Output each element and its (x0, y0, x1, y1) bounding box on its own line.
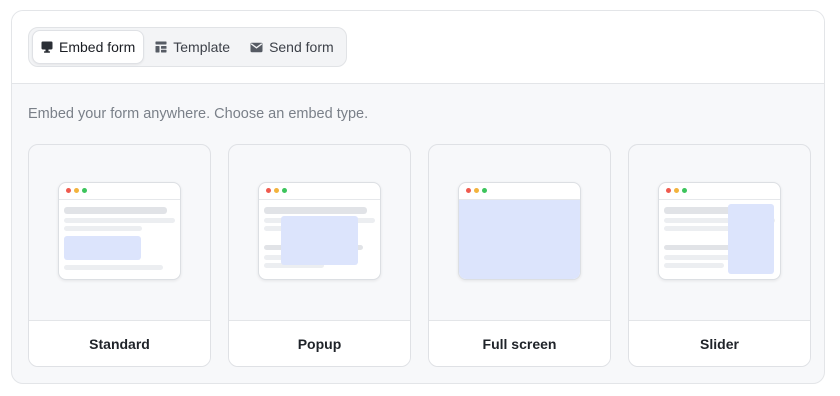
tab-template[interactable]: Template (146, 31, 239, 63)
embed-card-slider[interactable]: Slider (628, 144, 811, 367)
content-line (664, 263, 724, 268)
full-screen-preview (429, 145, 610, 320)
full-screen-form-block (459, 200, 580, 279)
card-label: Full screen (429, 320, 610, 366)
tab-label: Send form (269, 39, 334, 55)
embed-type-list: Standard Popup Full screen Slider (28, 144, 811, 367)
browser-bar (59, 183, 180, 200)
browser-mockup (458, 182, 581, 280)
close-dot-icon (266, 188, 271, 193)
browser-mockup (658, 182, 781, 280)
embed-panel: Embed form Template Send form Embed your… (11, 10, 825, 384)
browser-mockup (258, 182, 381, 280)
browser-mockup (58, 182, 181, 280)
mail-icon (250, 42, 263, 53)
content-line (264, 207, 367, 214)
card-label: Standard (29, 320, 210, 366)
close-dot-icon (66, 188, 71, 193)
monitor-icon (41, 41, 53, 53)
browser-bar (459, 183, 580, 200)
embedded-form-block (64, 236, 141, 260)
standard-preview (29, 145, 210, 320)
tab-embed-form[interactable]: Embed form (32, 30, 145, 64)
minimize-dot-icon (674, 188, 679, 193)
minimize-dot-icon (474, 188, 479, 193)
panel-header: Embed form Template Send form (12, 11, 824, 84)
card-label: Popup (229, 320, 410, 366)
content-line (64, 226, 142, 231)
browser-bar (659, 183, 780, 200)
browser-bar (259, 183, 380, 200)
embed-card-full-screen[interactable]: Full screen (428, 144, 611, 367)
popup-preview (229, 145, 410, 320)
tab-label: Template (173, 39, 231, 55)
tab-send-form[interactable]: Send form (241, 31, 343, 63)
popup-form-block (281, 216, 358, 265)
layout-icon (155, 41, 167, 53)
minimize-dot-icon (74, 188, 79, 193)
maximize-dot-icon (482, 188, 487, 193)
content-line (64, 207, 167, 214)
embed-tabs: Embed form Template Send form (28, 27, 347, 67)
maximize-dot-icon (82, 188, 87, 193)
minimize-dot-icon (274, 188, 279, 193)
slider-form-block (728, 204, 774, 274)
slider-preview (629, 145, 810, 320)
embed-card-popup[interactable]: Popup (228, 144, 411, 367)
maximize-dot-icon (682, 188, 687, 193)
close-dot-icon (666, 188, 671, 193)
maximize-dot-icon (282, 188, 287, 193)
close-dot-icon (466, 188, 471, 193)
embed-description: Embed your form anywhere. Choose an embe… (28, 106, 369, 122)
tab-label: Embed form (59, 39, 136, 55)
content-line (64, 218, 175, 223)
content-line (64, 265, 163, 270)
embed-card-standard[interactable]: Standard (28, 144, 211, 367)
card-label: Slider (629, 320, 810, 366)
